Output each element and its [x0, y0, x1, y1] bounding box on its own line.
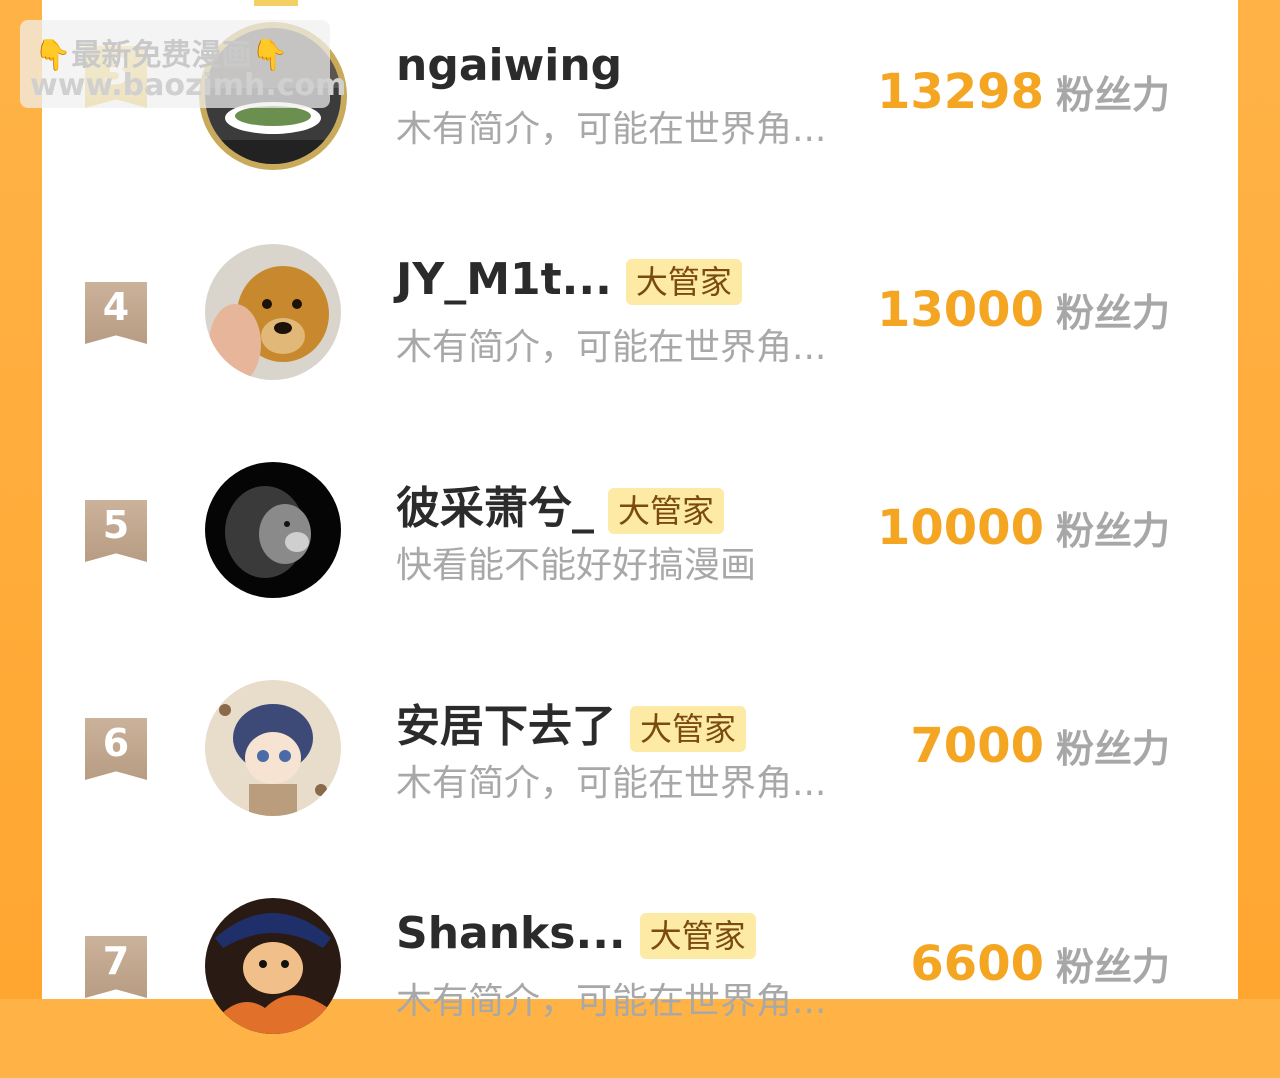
ranking-row[interactable]: 6 安居下去了 大管家 木有简介，可能在世界角... 7000 粉丝力 [42, 642, 1238, 860]
ranking-row[interactable]: 4 JY_M1t... 大管家 木有简介，可能在世界角... 13000 粉丝力 [42, 206, 1238, 424]
steward-tag: 大管家 [625, 259, 742, 305]
user-name[interactable]: JY_M1t... [396, 254, 612, 305]
user-bio: 木有简介，可能在世界角... [396, 981, 827, 1022]
fans-number: 13298 [876, 64, 1044, 120]
user-name-line[interactable]: 安居下去了 大管家 [396, 690, 747, 754]
fans-number: 10000 [876, 500, 1044, 556]
fans-number: 13000 [876, 282, 1044, 338]
watermark: 👇最新免费漫画👇 www.baozimh.com [20, 20, 346, 108]
fans-number: 7000 [910, 718, 1044, 774]
user-name[interactable]: 安居下去了 [396, 701, 616, 752]
fans-score: 10000 粉丝力 [877, 500, 1170, 556]
ranking-row[interactable]: 7 Shanks... 大管家 木有简介，可能在世界角... 6600 粉丝力 [42, 860, 1238, 1078]
user-bio: 木有简介，可能在世界角... [396, 109, 827, 150]
ranking-row[interactable]: 5 彼采萧兮_ 大管家 快看能不能好好搞漫画 10000 粉丝力 [42, 424, 1238, 642]
fans-score: 13298 粉丝力 [877, 64, 1170, 120]
rank-badge: 6 [85, 718, 147, 780]
fans-score: 7000 粉丝力 [910, 718, 1170, 774]
avatar[interactable] [205, 680, 341, 816]
fans-unit: 粉丝力 [1055, 945, 1170, 989]
avatar[interactable] [205, 244, 341, 380]
user-bio: 木有简介，可能在世界角... [396, 763, 827, 804]
ranking-panel: 3 ngaiwing 木有简介，可能在世界角... 13298粉丝力 4 [42, 0, 1238, 1034]
user-name[interactable]: Shanks... [396, 908, 626, 959]
fans-score: 13000 粉丝力 [877, 282, 1170, 338]
fans-unit: 粉丝力 [1055, 509, 1170, 553]
rank-badge: 7 [85, 936, 147, 998]
steward-tag: 大管家 [608, 488, 725, 534]
watermark-url: www.baozimh.com [30, 68, 347, 103]
user-bio: 木有简介，可能在世界角... [396, 327, 827, 368]
fans-unit: 粉丝力 [1055, 73, 1170, 117]
steward-tag: 大管家 [630, 706, 747, 752]
avatar[interactable] [205, 462, 341, 598]
user-name-line[interactable]: Shanks... 大管家 [396, 908, 756, 959]
user-name-line[interactable]: 彼采萧兮_ 大管家 [396, 472, 725, 536]
crown-icon [254, 0, 298, 6]
user-bio: 快看能不能好好搞漫画 [396, 545, 757, 586]
fans-number: 6600 [910, 936, 1044, 992]
fans-score: 6600 粉丝力 [910, 936, 1170, 992]
user-name-line[interactable]: JY_M1t... 大管家 [396, 254, 742, 305]
fans-unit: 粉丝力 [1055, 291, 1170, 335]
user-name[interactable]: 彼采萧兮_ [396, 483, 594, 534]
fans-unit: 粉丝力 [1055, 727, 1170, 771]
rank-badge: 5 [85, 500, 147, 562]
user-name[interactable]: ngaiwing [396, 40, 622, 91]
avatar[interactable] [205, 898, 341, 1034]
steward-tag: 大管家 [639, 913, 756, 959]
rank-badge: 4 [85, 282, 147, 344]
